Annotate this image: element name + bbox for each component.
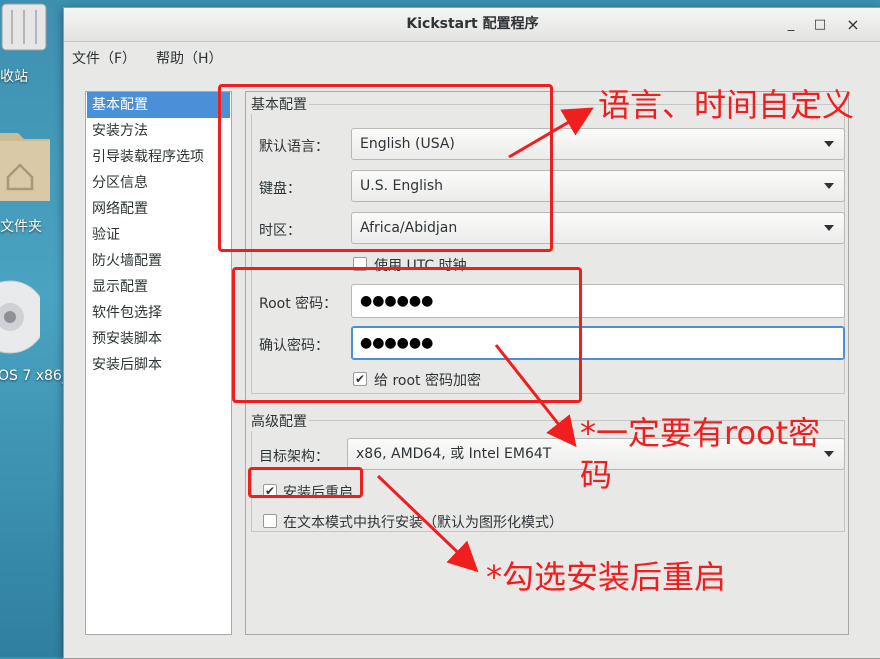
menu-help[interactable]: 帮助（H）: [156, 48, 223, 68]
sidebar-item-packages[interactable]: 软件包选择: [87, 300, 230, 326]
arch-value: x86, AMD64, 或 Intel EM64T: [356, 446, 552, 462]
chevron-down-icon: [824, 451, 834, 457]
close-button[interactable]: ×: [842, 14, 864, 36]
chevron-down-icon: [824, 141, 834, 147]
annotation-box-language-time: [218, 84, 553, 252]
disc-label: OS 7 x86_: [0, 368, 69, 384]
sidebar-item-basic[interactable]: 基本配置: [87, 92, 230, 118]
sidebar-item-partition[interactable]: 分区信息: [87, 170, 230, 196]
home-folder-label: 主文件夹: [0, 219, 42, 235]
disc-icon[interactable]: [0, 272, 47, 362]
annotation-reboot: *勾选安装后重启: [486, 558, 727, 596]
sidebar-item-bootloader[interactable]: 引导装载程序选项: [87, 144, 230, 170]
home-folder-icon[interactable]: [0, 125, 50, 205]
annotation-language-time: 语言、时间自定义: [598, 86, 855, 124]
section-sidebar: 基本配置 安装方法 引导装载程序选项 分区信息 网络配置 验证 防火墙配置 显示…: [85, 91, 232, 635]
annotation-root-password-line2: 码: [580, 456, 613, 494]
annotation-root-password-line1: *一定要有root密: [580, 414, 821, 452]
sidebar-item-pre-script[interactable]: 预安装脚本: [87, 326, 230, 352]
minimize-button[interactable]: _: [780, 14, 802, 36]
arch-label: 目标架构：: [259, 449, 329, 465]
sidebar-item-network[interactable]: 网络配置: [87, 196, 230, 222]
sidebar-item-auth[interactable]: 验证: [87, 222, 230, 248]
textmode-checkbox[interactable]: [263, 514, 277, 528]
sidebar-item-install-method[interactable]: 安装方法: [87, 118, 230, 144]
advanced-config-title: 高级配置: [249, 411, 309, 431]
annotation-box-reboot: [248, 467, 363, 498]
textmode-label: 在文本模式中执行安装（默认为图形化模式）: [283, 515, 563, 531]
trash-icon[interactable]: [0, 0, 50, 55]
chevron-down-icon: [824, 225, 834, 231]
trash-label: 回收站: [0, 69, 28, 85]
window-title: Kickstart 配置程序: [406, 16, 539, 32]
sidebar-item-firewall[interactable]: 防火墙配置: [87, 248, 230, 274]
menu-file[interactable]: 文件（F）: [72, 48, 136, 68]
annotation-box-root-password: [232, 267, 582, 403]
maximize-button[interactable]: □: [809, 14, 831, 36]
chevron-down-icon: [824, 183, 834, 189]
sidebar-item-display[interactable]: 显示配置: [87, 274, 230, 300]
sidebar-item-post-script[interactable]: 安装后脚本: [87, 352, 230, 378]
